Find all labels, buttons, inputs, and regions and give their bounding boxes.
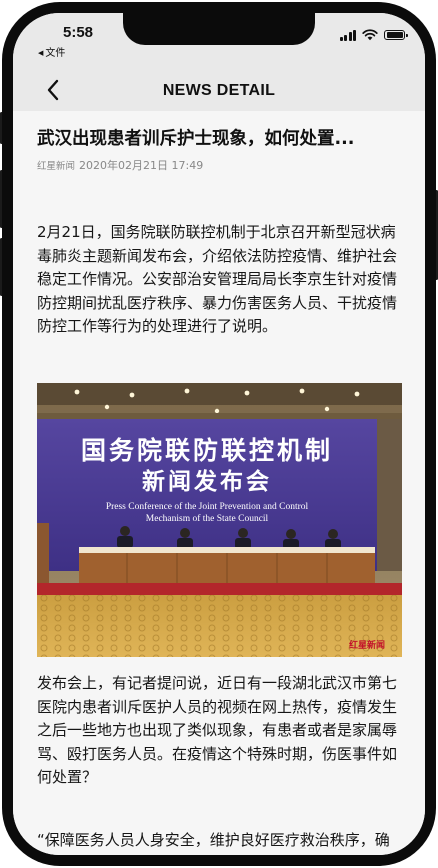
battery-icon bbox=[384, 30, 408, 40]
banner-english-line1: Press Conference of the Joint Prevention… bbox=[106, 501, 309, 512]
article-paragraph: “保障医务人员人身安全，维护良好医疗救治秩序，确保疫情防控工作顺利开展，是当前公… bbox=[37, 831, 390, 855]
banner-chinese-line1: 国务院联防联控机制 bbox=[81, 436, 333, 465]
article-photo[interactable]: 国务院联防联控机制 新闻发布会 Press Conference of the … bbox=[37, 383, 402, 657]
article-title: 武汉出现患者训斥护士现象，如何处置... bbox=[37, 129, 355, 149]
article-content[interactable]: 武汉出现患者训斥护士现象，如何处置... 红星新闻 2020年02月21日 17:… bbox=[13, 111, 425, 855]
navigation-bar: NEWS DETAIL bbox=[13, 69, 425, 111]
press-conference-image: 国务院联防联控机制 新闻发布会 Press Conference of the … bbox=[37, 383, 402, 657]
notch bbox=[123, 13, 315, 45]
back-triangle-icon: ◀ bbox=[38, 49, 44, 57]
cellular-signal-icon bbox=[339, 29, 356, 41]
article-source: 红星新闻 bbox=[37, 161, 76, 172]
status-icons bbox=[339, 29, 408, 41]
article-paragraph: 发布会上，有记者提问说，近日有一段湖北武汉市第七医院内患者训斥医护人员的视频在网… bbox=[37, 674, 398, 786]
article-meta: 红星新闻 2020年02月21日 17:49 bbox=[37, 157, 203, 173]
back-to-app-link[interactable]: ◀ 文件 bbox=[38, 44, 65, 59]
article-date: 2020年02月21日 17:49 bbox=[79, 159, 204, 172]
screen: 5:58 ◀ 文件 NEWS DETAIL 武汉出现患者训斥护士现象，如何处置.… bbox=[13, 13, 425, 855]
image-watermark: 红星新闻 bbox=[349, 639, 385, 651]
back-app-label: 文件 bbox=[45, 48, 66, 59]
banner-english-line2: Mechanism of the State Council bbox=[146, 513, 269, 524]
page-title: NEWS DETAIL bbox=[162, 82, 276, 99]
wifi-icon bbox=[362, 29, 378, 41]
banner-chinese-line2: 新闻发布会 bbox=[142, 468, 272, 495]
phone-frame: 5:58 ◀ 文件 NEWS DETAIL 武汉出现患者训斥护士现象，如何处置.… bbox=[0, 0, 438, 868]
article-paragraph: 2月21日，国务院联防联控机制于北京召开新型冠状病毒肺炎主题新闻发布会，介绍依法… bbox=[37, 223, 398, 335]
status-time: 5:58 bbox=[63, 24, 94, 41]
